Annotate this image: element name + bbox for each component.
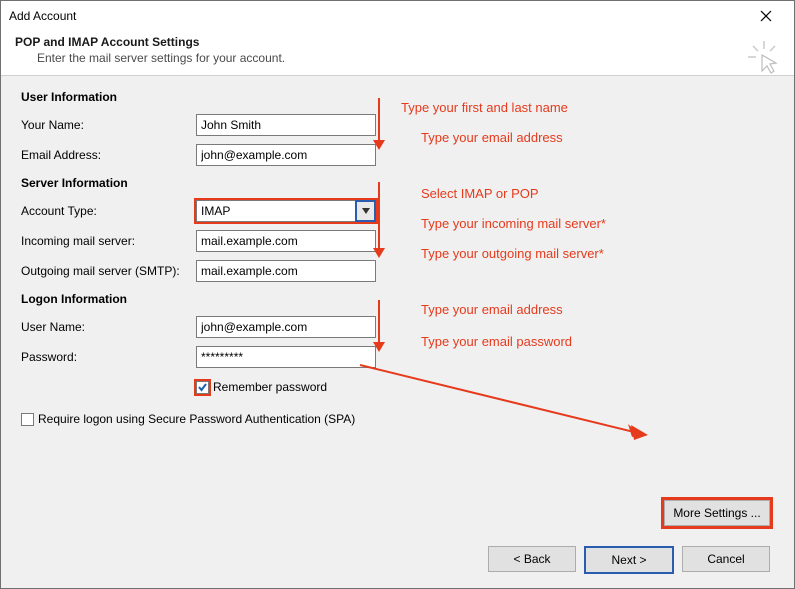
dialog-content: User Information Your Name: Email Addres… — [1, 76, 794, 588]
label-password: Password: — [21, 350, 196, 364]
input-outgoing[interactable] — [196, 260, 376, 282]
tip-password: Type your email password — [421, 334, 572, 349]
arrow-more-settings — [356, 361, 656, 451]
row-incoming: Incoming mail server: — [21, 226, 774, 256]
row-user-name: User Name: — [21, 312, 774, 342]
input-your-name[interactable] — [196, 114, 376, 136]
cancel-label: Cancel — [707, 552, 744, 566]
label-incoming: Incoming mail server: — [21, 234, 196, 248]
tip-account-type: Select IMAP or POP — [421, 186, 539, 201]
section-user-information: User Information — [21, 90, 774, 104]
more-settings-button[interactable]: More Settings ... — [664, 500, 770, 526]
cancel-button[interactable]: Cancel — [682, 546, 770, 572]
row-your-name: Your Name: — [21, 110, 774, 140]
cursor-click-icon — [746, 39, 782, 75]
label-user-name: User Name: — [21, 320, 196, 334]
tip-email: Type your email address — [421, 130, 563, 145]
dropdown-account-type-value: IMAP — [197, 204, 356, 218]
more-settings-label: More Settings ... — [673, 506, 760, 520]
arrow-logon-info — [369, 298, 389, 354]
label-outgoing: Outgoing mail server (SMTP): — [21, 264, 196, 278]
tip-user-name: Type your email address — [421, 302, 563, 317]
button-bar: < Back Next > Cancel — [488, 546, 770, 574]
input-incoming[interactable] — [196, 230, 376, 252]
row-outgoing: Outgoing mail server (SMTP): — [21, 256, 774, 286]
label-email: Email Address: — [21, 148, 196, 162]
checkmark-icon — [197, 382, 208, 393]
next-label: Next > — [611, 553, 646, 567]
tip-your-name: Type your first and last name — [401, 100, 568, 115]
label-require-spa: Require logon using Secure Password Auth… — [38, 412, 355, 426]
dialog-header: POP and IMAP Account Settings Enter the … — [1, 31, 794, 76]
header-subtitle: Enter the mail server settings for your … — [15, 51, 780, 65]
arrow-server-info — [369, 180, 389, 260]
input-user-name[interactable] — [196, 316, 376, 338]
titlebar: Add Account — [1, 1, 794, 31]
label-remember-password: Remember password — [213, 380, 327, 394]
window-title: Add Account — [9, 9, 746, 23]
label-your-name: Your Name: — [21, 118, 196, 132]
back-label: < Back — [513, 552, 550, 566]
close-icon — [760, 10, 772, 22]
checkbox-remember-password[interactable] — [196, 381, 209, 394]
input-email[interactable] — [196, 144, 376, 166]
input-password[interactable] — [196, 346, 376, 368]
row-account-type: Account Type: IMAP — [21, 196, 774, 226]
add-account-window: Add Account POP and IMAP Account Setting… — [0, 0, 795, 589]
section-logon-information: Logon Information — [21, 292, 774, 306]
header-title: POP and IMAP Account Settings — [15, 35, 780, 49]
next-button[interactable]: Next > — [584, 546, 674, 574]
section-server-information: Server Information — [21, 176, 774, 190]
dropdown-account-type[interactable]: IMAP — [196, 200, 376, 222]
close-button[interactable] — [746, 2, 786, 30]
arrow-user-info — [369, 96, 389, 152]
label-account-type: Account Type: — [21, 204, 196, 218]
row-email: Email Address: — [21, 140, 774, 170]
checkbox-require-spa[interactable] — [21, 413, 34, 426]
tip-outgoing: Type your outgoing mail server* — [421, 246, 604, 261]
tip-incoming: Type your incoming mail server* — [421, 216, 606, 231]
back-button[interactable]: < Back — [488, 546, 576, 572]
